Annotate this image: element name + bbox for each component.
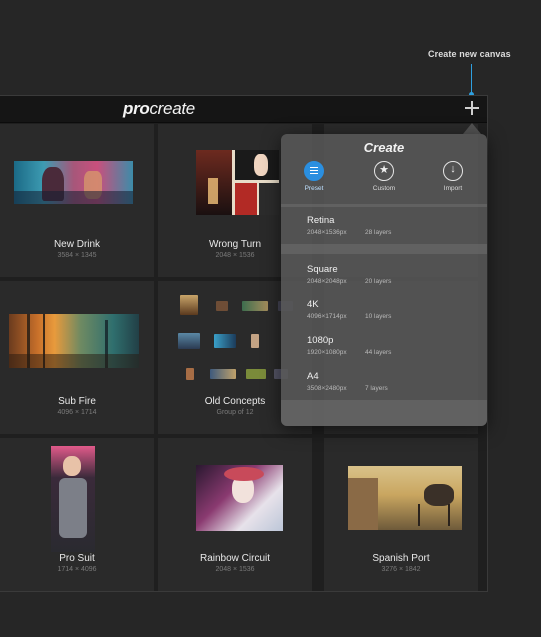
preset-layers: 10 layers	[365, 313, 392, 320]
divider	[281, 204, 487, 207]
star-icon: ★	[374, 161, 394, 181]
preset-retina[interactable]: Retina 2048×1536px 28 layers	[281, 213, 487, 247]
gallery-item-size: 2048 × 1536	[215, 566, 255, 573]
preset-4k[interactable]: 4K 4096×1714px 10 layers	[281, 297, 487, 331]
thumbnail	[196, 465, 283, 531]
preset-dimensions: 3508×2480px	[307, 385, 347, 392]
app-logo: procreate	[123, 99, 195, 118]
gallery-item-sub-fire[interactable]: Sub Fire 4096 × 1714	[0, 281, 154, 434]
popover-footer	[281, 400, 487, 426]
gallery-item-size: 3584 × 1345	[57, 252, 97, 259]
gallery-item-title: New Drink	[53, 239, 101, 250]
gallery-item-size: 4096 × 1714	[57, 409, 97, 416]
download-arrow-icon: ↓	[443, 161, 463, 181]
preset-name: Retina	[307, 215, 335, 226]
tab-preset[interactable]: Preset	[291, 161, 337, 192]
gallery-item-title: Sub Fire	[58, 396, 96, 407]
popover-title: Create	[363, 140, 405, 155]
preset-dimensions: 2048×1536px	[307, 229, 347, 236]
preset-name: Square	[307, 264, 338, 275]
gallery-item-size: 3276 × 1842	[381, 566, 421, 573]
preset-name: 4K	[307, 299, 319, 310]
annotation-label: Create new canvas	[428, 49, 511, 59]
preset-dimensions: 1920×1080px	[307, 349, 347, 356]
preset-square[interactable]: Square 2048×2048px 20 layers	[281, 262, 487, 296]
tab-label: Custom	[372, 185, 396, 192]
thumbnail	[348, 466, 462, 530]
preset-name: 1080p	[307, 335, 334, 346]
preset-dimensions: 2048×2048px	[307, 278, 347, 285]
preset-a4[interactable]: A4 3508×2480px 7 layers	[281, 369, 487, 403]
thumbnail	[9, 314, 139, 368]
tab-custom[interactable]: ★ Custom	[361, 161, 407, 192]
top-bar: procreate	[0, 96, 487, 123]
annotation-pointer-line	[471, 64, 472, 94]
gallery-item-spanish-port[interactable]: Spanish Port 3276 × 1842	[324, 438, 478, 591]
list-icon	[304, 161, 324, 181]
create-new-canvas-plus-icon[interactable]	[464, 100, 480, 116]
tab-import[interactable]: ↓ Import	[430, 161, 476, 192]
preset-1080p[interactable]: 1080p 1920×1080px 44 layers	[281, 333, 487, 367]
preset-dimensions: 4096×1714px	[307, 313, 347, 320]
divider	[281, 244, 487, 254]
gallery-item-title: Spanish Port	[372, 553, 430, 564]
create-popover: Create Preset ★ Custom ↓ Import Retina 2…	[281, 134, 487, 426]
gallery-item-title: Rainbow Circuit	[199, 553, 271, 564]
preset-layers: 28 layers	[365, 229, 392, 236]
thumbnail	[14, 161, 133, 204]
gallery-item-new-drink[interactable]: New Drink 3584 × 1345	[0, 124, 154, 277]
thumbnail	[51, 446, 95, 552]
preset-name: A4	[307, 371, 319, 382]
create-popover-arrow	[463, 123, 481, 134]
gallery-item-size: 1714 × 4096	[57, 566, 97, 573]
gallery-item-rainbow-circuit[interactable]: Rainbow Circuit 2048 × 1536	[158, 438, 312, 591]
gallery-item-pro-suit[interactable]: Pro Suit 1714 × 4096	[0, 438, 154, 591]
preset-layers: 20 layers	[365, 278, 392, 285]
thumbnail	[196, 150, 279, 215]
tab-label: Import	[443, 185, 463, 192]
tab-label: Preset	[304, 185, 324, 192]
preset-layers: 44 layers	[365, 349, 392, 356]
gallery-item-title: Pro Suit	[59, 553, 95, 564]
preset-layers: 7 layers	[365, 385, 388, 392]
